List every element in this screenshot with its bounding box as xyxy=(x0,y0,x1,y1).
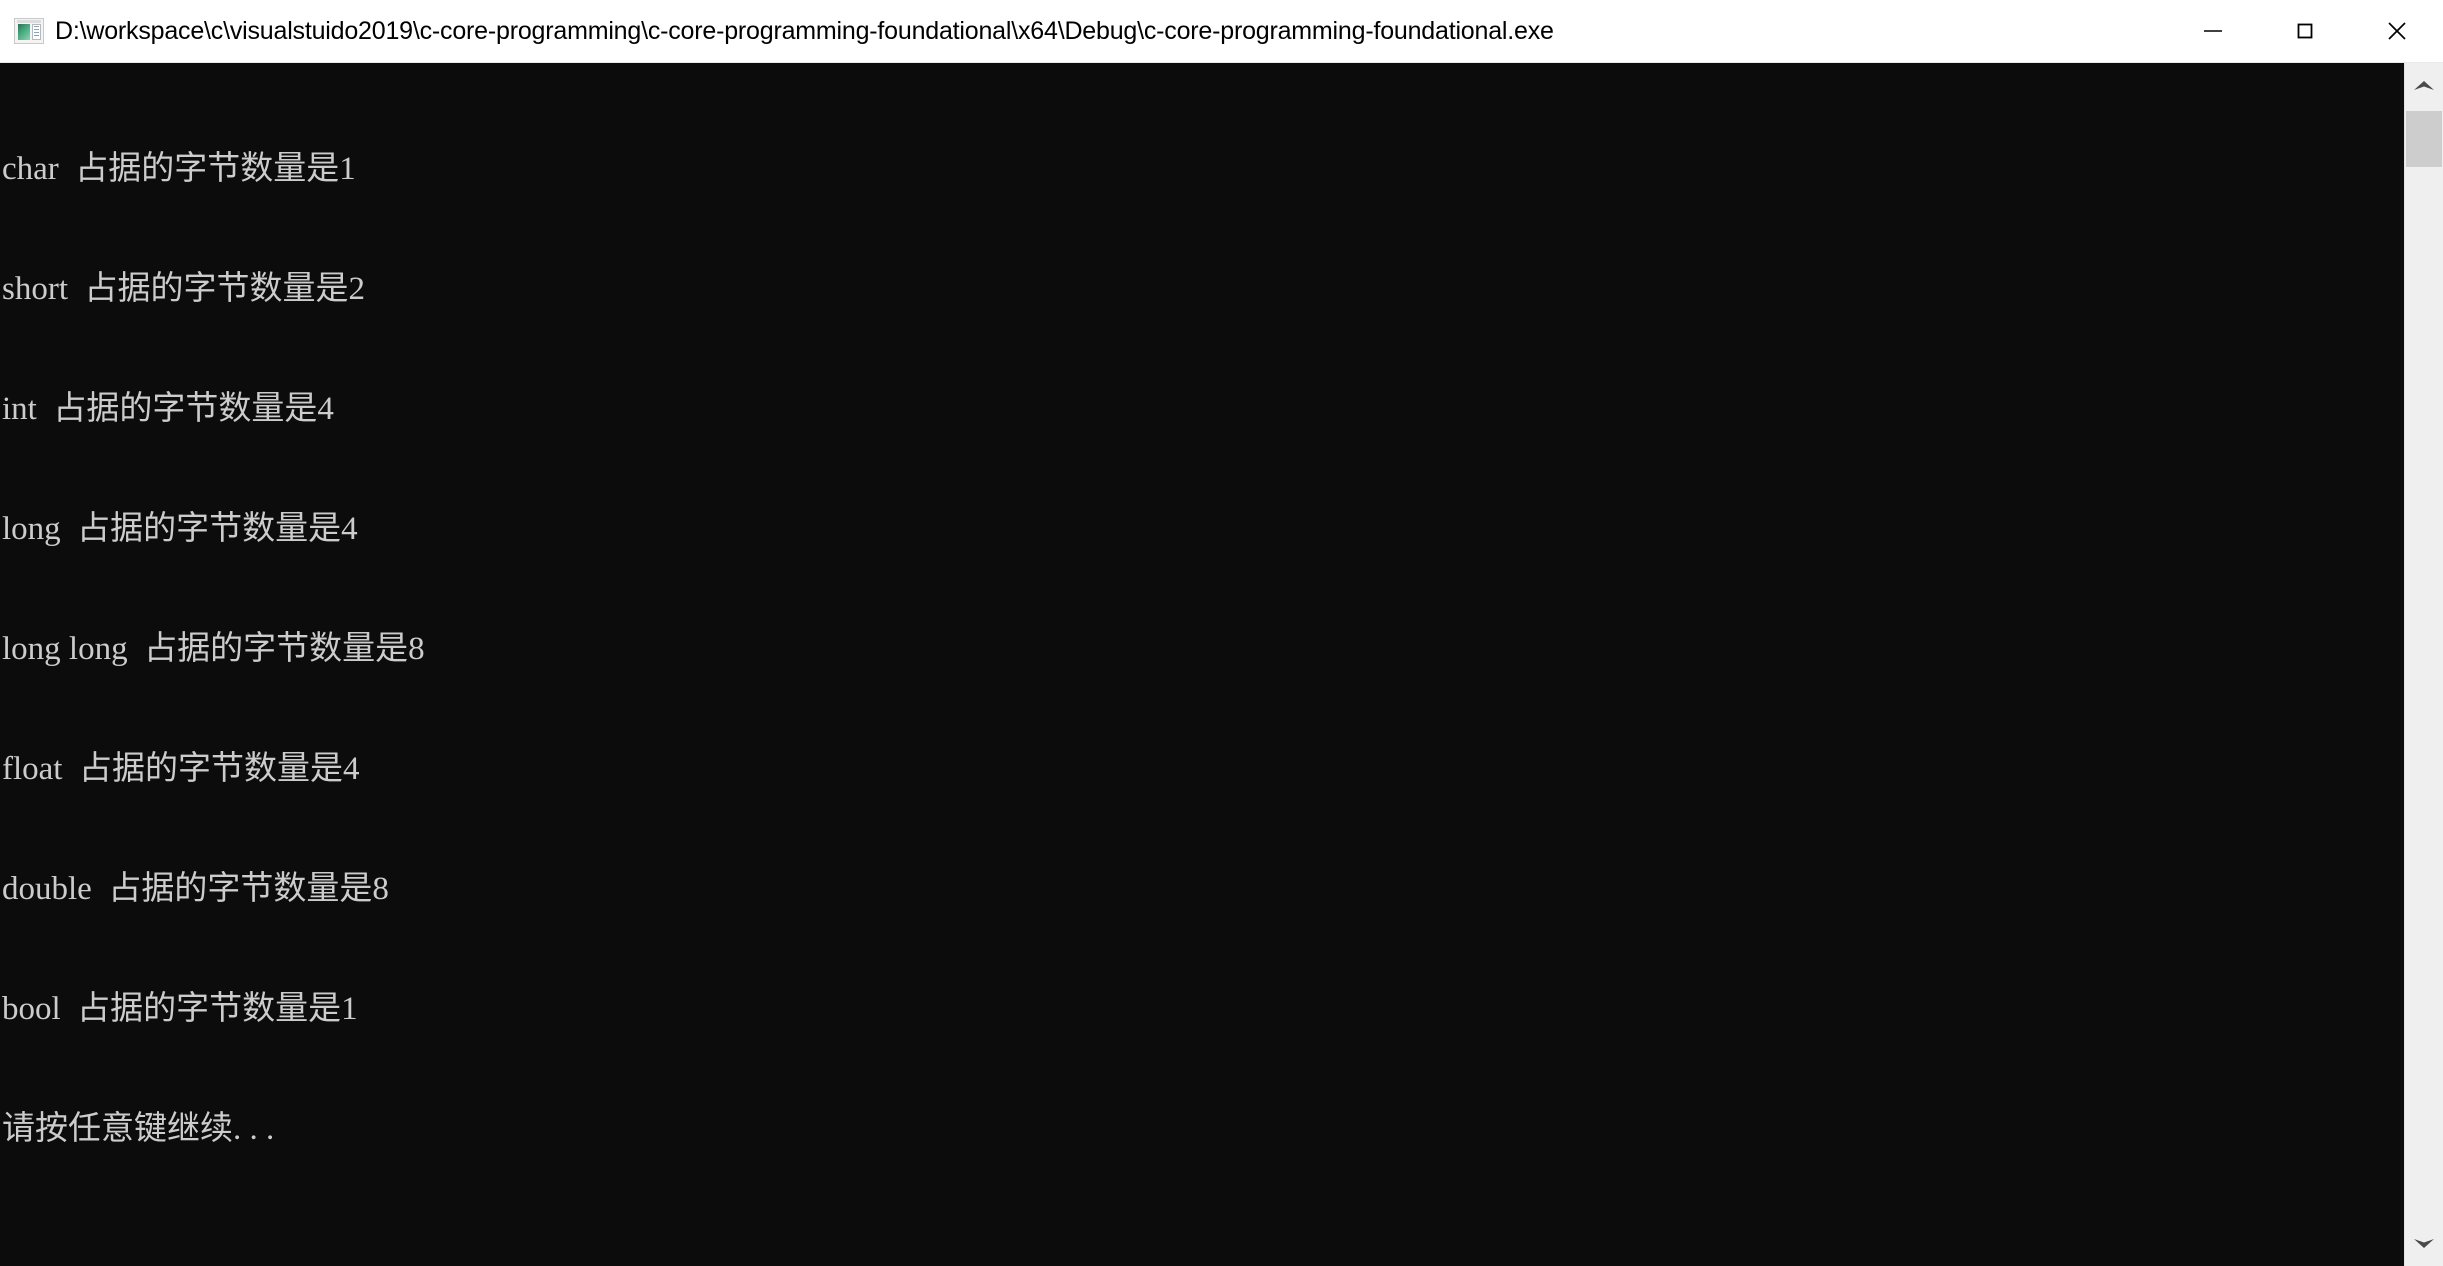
title-bar-left: D:\workspace\c\visualstuido2019\c-core-p… xyxy=(0,16,2167,46)
window-controls xyxy=(2167,0,2443,62)
vertical-scrollbar[interactable] xyxy=(2404,63,2443,1266)
console-line: short 占据的字节数量是2 xyxy=(2,271,365,307)
scroll-down-button[interactable] xyxy=(2405,1220,2443,1266)
maximize-button[interactable] xyxy=(2259,0,2351,62)
chevron-up-icon xyxy=(2412,78,2436,94)
console-output[interactable]: char 占据的字节数量是1 short 占据的字节数量是2 int 占据的字节… xyxy=(0,63,2404,1266)
console-line: char 占据的字节数量是1 xyxy=(2,151,356,187)
maximize-icon xyxy=(2292,18,2318,44)
minimize-button[interactable] xyxy=(2167,0,2259,62)
title-bar[interactable]: D:\workspace\c\visualstuido2019\c-core-p… xyxy=(0,0,2443,63)
console-line: 请按任意键继续. . . xyxy=(2,1111,275,1147)
console-area[interactable]: char 占据的字节数量是1 short 占据的字节数量是2 int 占据的字节… xyxy=(0,63,2443,1266)
window-title: D:\workspace\c\visualstuido2019\c-core-p… xyxy=(55,17,1554,45)
minimize-icon xyxy=(2200,18,2226,44)
scrollbar-thumb[interactable] xyxy=(2406,111,2442,167)
scroll-up-button[interactable] xyxy=(2405,63,2443,109)
console-line: float 占据的字节数量是4 xyxy=(2,751,360,787)
console-line: long long 占据的字节数量是8 xyxy=(2,631,425,667)
console-line: int 占据的字节数量是4 xyxy=(2,391,334,427)
console-line: long 占据的字节数量是4 xyxy=(2,511,358,547)
close-button[interactable] xyxy=(2351,0,2443,62)
chevron-down-icon xyxy=(2412,1235,2436,1251)
console-line: double 占据的字节数量是8 xyxy=(2,871,389,907)
console-app-icon xyxy=(14,18,44,44)
close-icon xyxy=(2383,17,2411,45)
console-line: bool 占据的字节数量是1 xyxy=(2,991,358,1027)
console-window: D:\workspace\c\visualstuido2019\c-core-p… xyxy=(0,0,2443,1266)
